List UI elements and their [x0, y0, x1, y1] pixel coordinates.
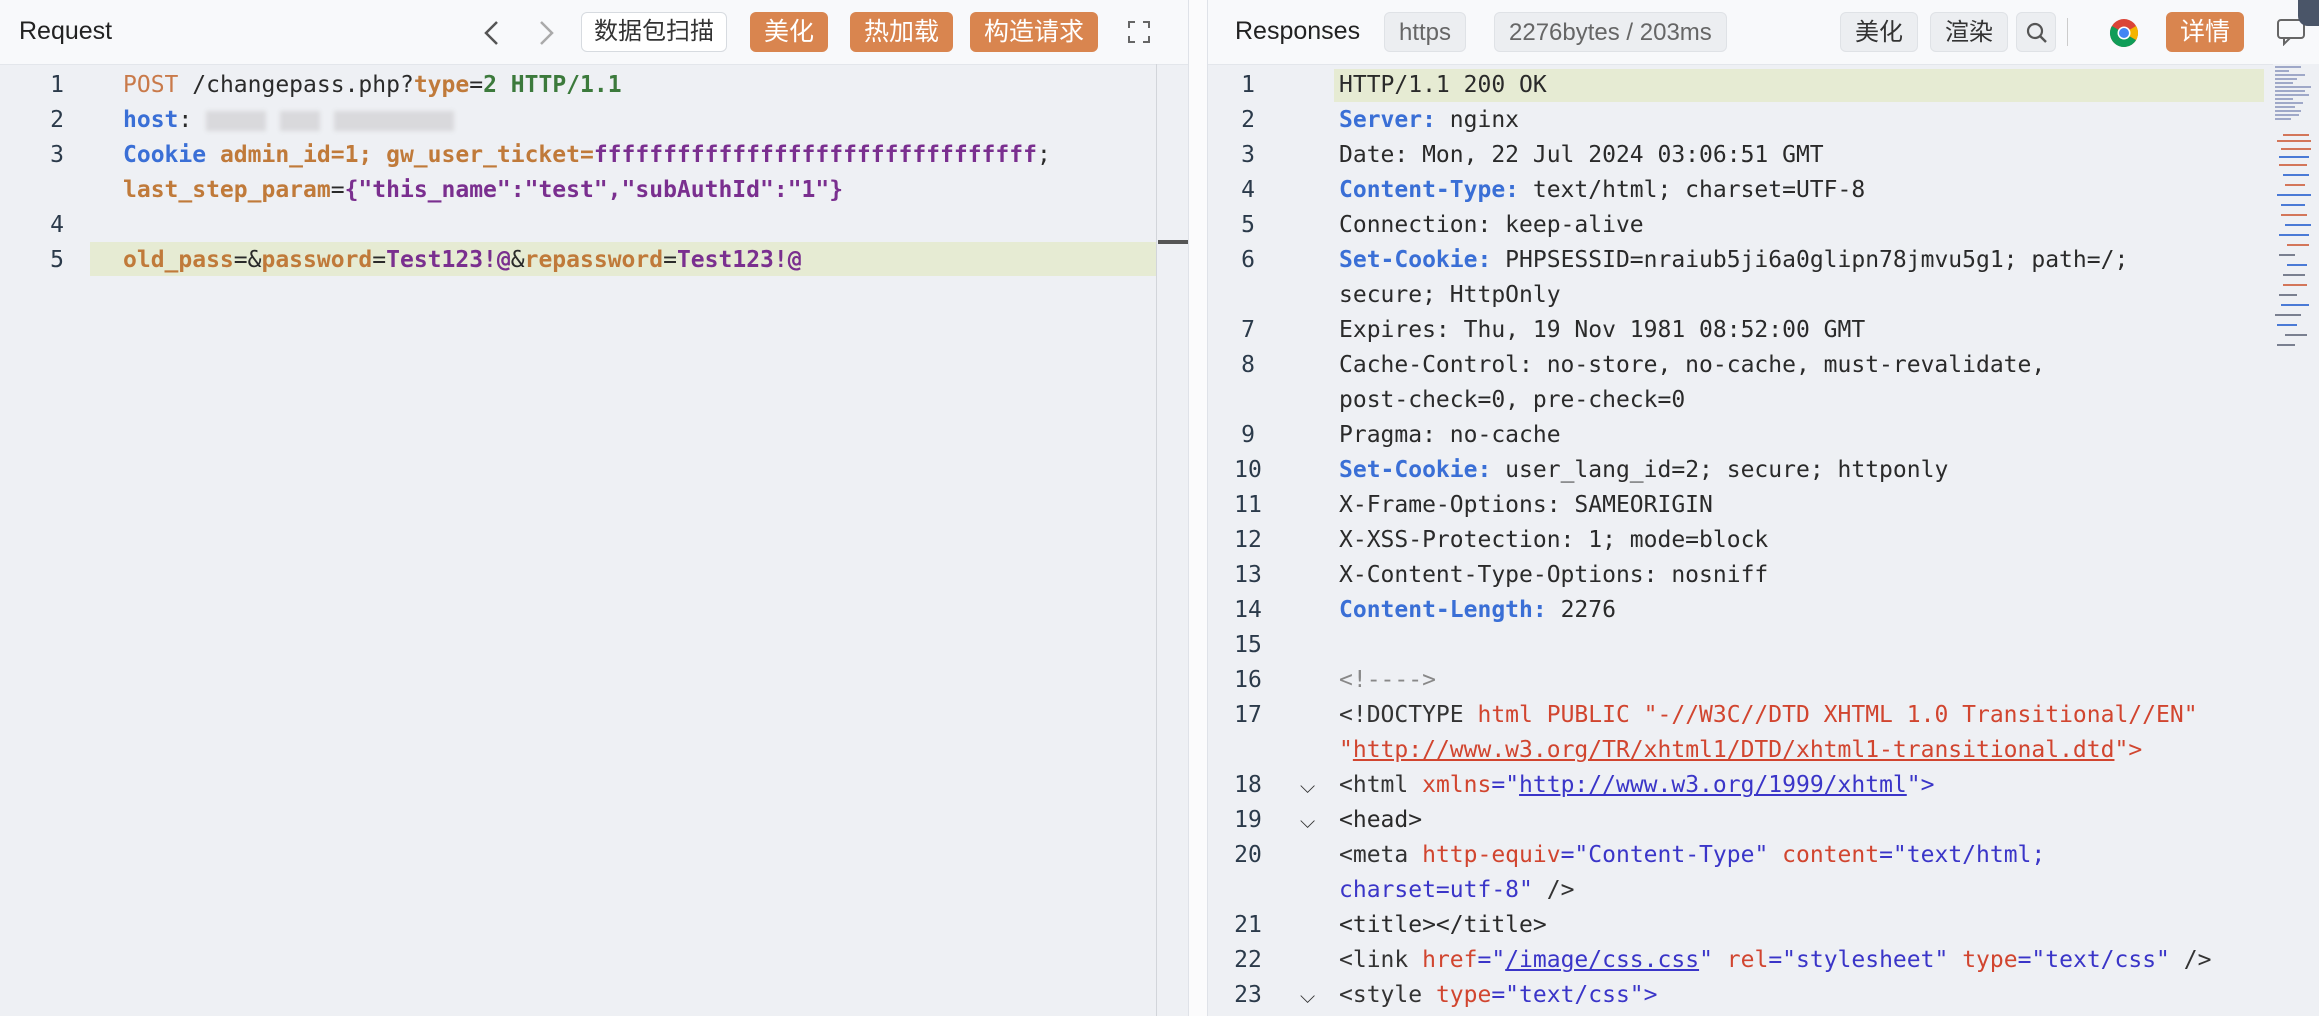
fold-chevron-icon[interactable]: ⌵ [1300, 774, 1315, 798]
line-number: 5 [50, 247, 64, 273]
css-link[interactable]: /image/css.css [1505, 947, 1699, 973]
response-line: X-XSS-Protection: 1; mode=block [1339, 527, 1769, 553]
redacted-host [206, 110, 267, 131]
response-line: Expires: Thu, 19 Nov 1981 08:52:00 GMT [1339, 317, 1866, 343]
response-line: <html xmlns="http://www.w3.org/1999/xhtm… [1339, 772, 1935, 798]
request-editor[interactable]: 1 2 3 4 5 POST /changepass.php?type=2 HT… [0, 64, 1188, 1016]
response-title: Responses [1235, 17, 1361, 45]
response-line-wrap: "http://www.w3.org/TR/xhtml1/DTD/xhtml1-… [1339, 737, 2143, 763]
response-line: Connection: keep-alive [1339, 212, 1644, 238]
response-line: X-Frame-Options: SAMEORIGIN [1339, 492, 1713, 518]
panel-splitter[interactable] [1188, 0, 1208, 1016]
request-line-3: Cookie admin_id=1; gw_user_ticket=ffffff… [123, 142, 1051, 168]
response-line: Cache-Control: no-store, no-cache, must-… [1339, 352, 2046, 378]
response-line: Content-Type: text/html; charset=UTF-8 [1339, 177, 1866, 203]
response-panel: Responses https 2276bytes / 203ms 美化 渲染 … [1208, 0, 2319, 1016]
back-arrow-icon[interactable] [482, 20, 502, 46]
line-number: 2 [50, 107, 64, 133]
details-button[interactable]: 详情 [2166, 12, 2245, 52]
response-line-wrap: charset=utf-8" /> [1339, 877, 1575, 903]
dtd-link[interactable]: http://www.w3.org/TR/xhtml1/DTD/xhtml1-t… [1353, 737, 2115, 763]
line-number: 3 [50, 142, 64, 168]
response-line: X-Content-Type-Options: nosniff [1339, 562, 1769, 588]
line-number: 4 [50, 212, 64, 238]
response-line: <!DOCTYPE html PUBLIC "-//W3C//DTD XHTML… [1339, 702, 2198, 728]
request-line-5: old_pass=&password=Test123!@&repassword=… [123, 247, 802, 273]
response-minimap[interactable] [2273, 64, 2319, 354]
response-line: Date: Mon, 22 Jul 2024 03:06:51 GMT [1339, 142, 1824, 168]
request-beautify-button[interactable]: 美化 [750, 12, 829, 52]
response-line: <title></title> [1339, 912, 1547, 938]
response-line: <link href="/image/css.css" rel="stylesh… [1339, 947, 2212, 973]
corner-badge [2298, 0, 2319, 26]
hotload-button[interactable]: 热加载 [850, 12, 954, 52]
response-line: Pragma: no-cache [1339, 422, 1561, 448]
request-line-2: host: [123, 107, 454, 133]
request-scroll-thumb[interactable] [1158, 240, 1188, 244]
response-line-wrap: secure; HttpOnly [1339, 282, 1561, 308]
size-time-badge: 2276bytes / 203ms [1494, 12, 1727, 52]
xmlns-link[interactable]: http://www.w3.org/1999/xhtml [1519, 772, 1907, 798]
request-line-3-wrap: last_step_param={"this_name":"test","sub… [123, 177, 844, 203]
construct-request-button[interactable]: 构造请求 [970, 12, 1099, 52]
fold-chevron-icon[interactable]: ⌵ [1300, 809, 1315, 833]
response-toolbar: Responses https 2276bytes / 203ms 美化 渲染 … [1208, 0, 2319, 65]
line-number: 1 [50, 72, 64, 98]
chrome-browser-icon[interactable] [2109, 18, 2139, 48]
response-line: Content-Length: 2276 [1339, 597, 1616, 623]
request-toolbar: Request 数据包扫描 美化 热加载 构造请求 [0, 0, 1188, 65]
response-line: <!----> [1339, 667, 1436, 693]
response-line: HTTP/1.1 200 OK [1339, 72, 1547, 98]
request-panel: Request 数据包扫描 美化 热加载 构造请求 1 2 3 4 5 POST… [0, 0, 1188, 1016]
response-beautify-button[interactable]: 美化 [1840, 12, 1918, 52]
search-icon [2026, 22, 2047, 43]
protocol-badge: https [1384, 12, 1467, 52]
response-line: Set-Cookie: PHPSESSID=nraiub5ji6a0glipn7… [1339, 247, 2129, 273]
search-button[interactable] [2016, 12, 2056, 52]
request-line-1: POST /changepass.php?type=2 HTTP/1.1 [123, 72, 622, 98]
request-editor-ruler [1156, 64, 1157, 1016]
response-editor[interactable]: 1 2 3 4 5 6 7 8 9 10 11 12 13 14 15 16 1… [1208, 64, 2319, 1016]
response-line: Set-Cookie: user_lang_id=2; secure; http… [1339, 457, 1949, 483]
render-button[interactable]: 渲染 [1930, 12, 2008, 52]
fullscreen-icon[interactable] [1127, 20, 1151, 44]
toolbar-divider [2067, 18, 2068, 46]
request-title: Request [19, 17, 113, 45]
response-line: Server: nginx [1339, 107, 1520, 133]
response-line: <meta http-equiv="Content-Type" content=… [1339, 842, 2046, 868]
forward-arrow-icon[interactable] [536, 20, 556, 46]
response-line: <style type="text/css"> [1339, 982, 1658, 1008]
response-line: <head> [1339, 807, 1423, 833]
response-line-wrap: post-check=0, pre-check=0 [1339, 387, 1686, 413]
packet-scan-button[interactable]: 数据包扫描 [581, 12, 727, 52]
fold-chevron-icon[interactable]: ⌵ [1300, 984, 1315, 1008]
